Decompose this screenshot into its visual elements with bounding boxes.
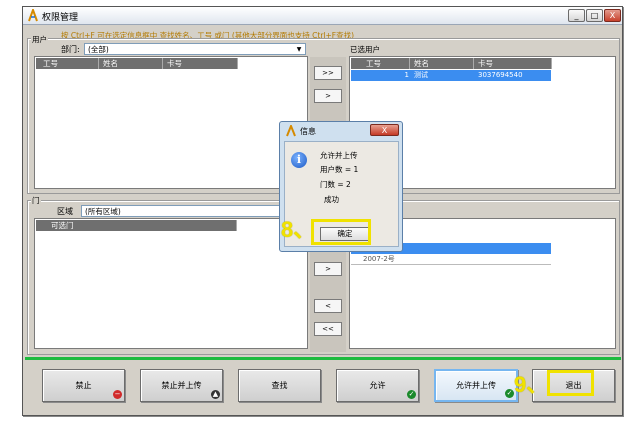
step9-label: 9、 <box>514 372 549 397</box>
allow-button[interactable]: 允许 ✓ <box>336 369 419 402</box>
dept-label: 部门: <box>61 45 80 54</box>
area-select-value: (所有区域) <box>85 207 121 216</box>
shield-check-icon: ✓ <box>505 389 514 398</box>
user-list[interactable]: 工号 姓名 卡号 <box>34 56 308 189</box>
chevron-down-icon[interactable]: ▼ <box>294 45 304 54</box>
step9-highlight <box>547 370 594 396</box>
selected-col-card[interactable]: 卡号 <box>474 58 552 69</box>
list-item[interactable]: 2007-2号 <box>351 254 551 265</box>
move-all-users-button[interactable]: >> <box>314 66 342 80</box>
door-group-label: 门 <box>31 195 41 206</box>
area-label: 区域 <box>57 207 73 216</box>
allow-button-label: 允许 <box>369 381 386 390</box>
move-door-button[interactable]: > <box>314 262 342 276</box>
row-name: 测试 <box>414 71 428 79</box>
dialog-title: 信息 <box>300 127 316 136</box>
upload-forbid-icon: ▲ <box>211 390 220 399</box>
dept-select-value: (全部) <box>88 45 109 54</box>
dialog-line-1: 允许并上传 <box>320 151 358 160</box>
remove-all-doors-button[interactable]: << <box>314 322 342 336</box>
area-select[interactable]: (所有区域) <box>81 205 309 217</box>
remove-door-button[interactable]: < <box>314 299 342 313</box>
forbid-upload-button-label: 禁止并上传 <box>161 381 202 390</box>
user-col-card[interactable]: 卡号 <box>163 58 238 69</box>
maximize-button[interactable]: □ <box>586 9 603 22</box>
row-id: 1 <box>404 71 409 79</box>
dialog-line-4: 成功 <box>324 195 339 204</box>
progress-divider <box>25 357 621 360</box>
search-button-label: 查找 <box>271 381 288 390</box>
search-button[interactable]: 查找 <box>238 369 321 402</box>
step8-label: 8、 <box>281 217 316 242</box>
app-logo-icon <box>28 9 38 22</box>
dialog-close-button[interactable]: X <box>370 124 399 136</box>
move-user-button[interactable]: > <box>314 89 342 103</box>
minimize-button[interactable]: _ <box>568 9 585 22</box>
app-logo-icon <box>286 125 296 137</box>
forbid-upload-button[interactable]: 禁止并上传 ▲ <box>140 369 223 402</box>
user-group-label: 用户 <box>31 34 48 45</box>
dialog-line-3: 门数 = 2 <box>320 180 351 189</box>
selected-col-id[interactable]: 工号 <box>362 58 410 69</box>
check-icon: ✓ <box>407 390 416 399</box>
forbid-button[interactable]: 禁止 − <box>42 369 125 402</box>
close-button[interactable]: X <box>604 9 621 22</box>
title-bar[interactable]: 权限管理 _ □ X <box>23 7 622 25</box>
info-icon: i <box>291 152 307 168</box>
step8-highlight <box>311 219 371 245</box>
row-card: 3037694540 <box>478 71 523 79</box>
user-col-id[interactable]: 工号 <box>39 58 99 69</box>
user-col-name[interactable]: 姓名 <box>99 58 163 69</box>
dialog-line-2: 用户数 = 1 <box>320 165 359 174</box>
dept-select[interactable]: (全部) ▼ <box>84 43 306 55</box>
allow-upload-button[interactable]: 允许并上传 ✓ <box>434 369 518 402</box>
table-row[interactable]: 1 测试 3037694540 <box>351 70 551 81</box>
window-title: 权限管理 <box>42 13 79 23</box>
forbid-button-label: 禁止 <box>75 381 92 390</box>
selected-col-name[interactable]: 姓名 <box>410 58 474 69</box>
forbid-icon: − <box>113 390 122 399</box>
allow-upload-button-label: 允许并上传 <box>456 381 496 390</box>
selected-users-label: 已选用户 <box>349 44 381 55</box>
door-list[interactable]: 可选门 <box>34 218 308 349</box>
door-col-available[interactable]: 可选门 <box>47 220 237 231</box>
